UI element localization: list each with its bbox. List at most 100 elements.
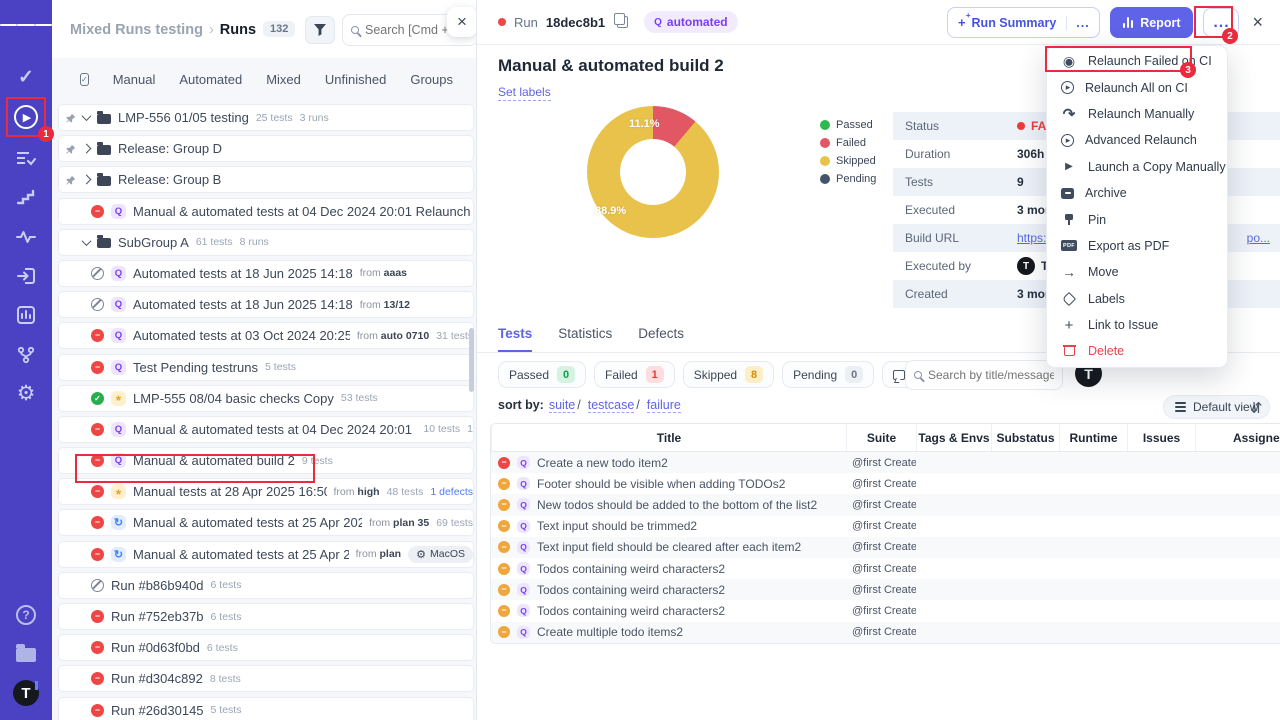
tests-search-input[interactable]: [928, 368, 1054, 382]
build-url-link-end[interactable]: po...: [1247, 231, 1280, 245]
table-row[interactable]: Todos containing weird characters2 @firs…: [491, 600, 1280, 621]
run-list-item[interactable]: Manual & automated build 2 9 tests: [58, 447, 474, 474]
runs-count-badge: 132: [263, 21, 295, 37]
set-labels-link[interactable]: Set labels: [498, 85, 551, 101]
run-list-item[interactable]: SubGroup A 61 tests 8 runs: [58, 229, 474, 256]
menu-item[interactable]: Advanced Relaunch: [1047, 127, 1227, 153]
run-list-item[interactable]: Run #b86b940d 6 tests: [58, 572, 474, 599]
menu-item-icon: [1061, 134, 1074, 147]
run-list-item[interactable]: Manual & automated tests at 25 Apr 2025 …: [58, 541, 474, 568]
run-summary-more-button[interactable]: ...: [1066, 16, 1098, 30]
build-url-link[interactable]: https:/: [1017, 231, 1050, 245]
table-row[interactable]: New todos should be added to the bottom …: [491, 494, 1280, 515]
status-filter-chip[interactable]: Failed 1: [594, 361, 675, 388]
run-list-item[interactable]: Manual tests at 28 Apr 2025 16:50 from h…: [58, 478, 474, 505]
run-list-item[interactable]: Manual & automated tests at 04 Dec 2024 …: [58, 198, 474, 225]
status-filter-chip[interactable]: Skipped 8: [683, 361, 774, 388]
run-list-item[interactable]: Test Pending testruns 5 tests: [58, 354, 474, 381]
run-defects-link[interactable]: 1 defects: [430, 486, 473, 498]
table-header-cell[interactable]: Title: [491, 424, 846, 451]
menu-item[interactable]: Relaunch Failed on CI: [1047, 48, 1227, 74]
close-panel-button[interactable]: ×: [447, 7, 477, 37]
table-row[interactable]: Todos containing weird characters2 @firs…: [491, 558, 1280, 579]
breadcrumb-project[interactable]: Mixed Runs testing: [70, 22, 203, 38]
run-list-item[interactable]: LMP-555 08/04 basic checks Copy 53 tests: [58, 385, 474, 412]
table-row[interactable]: Text input field should be cleared after…: [491, 537, 1280, 558]
branch-icon[interactable]: [0, 338, 52, 372]
table-row[interactable]: Create multiple todo items2 @first Creat…: [491, 622, 1280, 643]
menu-item[interactable]: Relaunch Manually: [1047, 101, 1227, 127]
menu-item[interactable]: Link to Issue: [1047, 312, 1227, 338]
run-list-item[interactable]: Release: Group B: [58, 166, 474, 193]
run-title: Test Pending testruns: [133, 360, 258, 375]
help-icon[interactable]: ?: [0, 598, 52, 632]
table-header-cell[interactable]: Suite: [846, 424, 916, 451]
menu-item[interactable]: Move: [1047, 259, 1227, 285]
projects-folder-icon[interactable]: [0, 638, 52, 672]
table-header-cell[interactable]: Issues: [1127, 424, 1195, 451]
runs-filter-tab[interactable]: Mixed: [266, 72, 301, 87]
menu-item[interactable]: Pin: [1047, 206, 1227, 232]
run-actions-menu: Relaunch Failed on CI Relaunch All on CI…: [1046, 45, 1228, 368]
fail-dot-icon: [1017, 122, 1025, 130]
user-avatar[interactable]: T: [0, 676, 52, 710]
sort-link[interactable]: failure: [647, 398, 681, 413]
copy-run-id-icon[interactable]: [617, 16, 628, 28]
runs-filter-tab[interactable]: Groups: [410, 72, 453, 87]
table-header-cell[interactable]: Tags & Envs: [916, 424, 991, 451]
view-settings-icon[interactable]: ⇵: [1250, 399, 1263, 417]
run-list-item[interactable]: Automated tests at 03 Oct 2024 20:25 fro…: [58, 322, 474, 349]
steps-icon[interactable]: [0, 180, 52, 214]
menu-item[interactable]: Delete: [1047, 338, 1227, 364]
runs-scrollbar[interactable]: [469, 328, 474, 392]
menu-item[interactable]: Relaunch All on CI: [1047, 74, 1227, 100]
status-filter-chip[interactable]: Passed 0: [498, 361, 586, 388]
table-row[interactable]: Create a new todo item2 @first Create ..…: [491, 452, 1280, 473]
checks-icon[interactable]: ✓: [0, 60, 52, 94]
run-list-item[interactable]: Automated tests at 18 Jun 2025 14:18 fro…: [58, 260, 474, 287]
test-list-icon[interactable]: [0, 142, 52, 176]
result-tab[interactable]: Tests: [498, 326, 532, 352]
run-list-item[interactable]: Run #752eb37b 6 tests: [58, 603, 474, 630]
sort-link[interactable]: testcase: [588, 398, 635, 413]
result-tab[interactable]: Statistics: [558, 326, 612, 352]
run-list-item[interactable]: Manual & automated tests at 04 Dec 2024 …: [58, 416, 474, 443]
runs-filter-tab[interactable]: Unfinished: [325, 72, 386, 87]
import-icon[interactable]: [0, 259, 52, 293]
filter-button[interactable]: [305, 16, 335, 44]
pin-icon: [65, 112, 76, 127]
run-summary-button[interactable]: ++Run Summary ...: [947, 7, 1100, 38]
gear-icon[interactable]: ⚙: [0, 376, 52, 410]
run-status-icon: [91, 610, 104, 623]
run-list-item[interactable]: Run #d304c892 8 tests: [58, 665, 474, 692]
menu-item[interactable]: Labels: [1047, 286, 1227, 312]
sort-link[interactable]: suite: [549, 398, 575, 413]
runs-filter-tab[interactable]: Manual: [113, 72, 156, 87]
report-button[interactable]: Report: [1110, 7, 1194, 38]
menu-item[interactable]: Archive: [1047, 180, 1227, 206]
run-list-item[interactable]: Automated tests at 18 Jun 2025 14:18 fro…: [58, 291, 474, 318]
menu-icon[interactable]: [0, 8, 52, 42]
close-detail-icon[interactable]: ×: [1249, 12, 1266, 33]
automated-badge[interactable]: Qautomated: [644, 11, 737, 33]
table-header-cell[interactable]: Substatus: [991, 424, 1059, 451]
runs-filter-tab[interactable]: Automated: [179, 72, 242, 87]
select-all-icon[interactable]: ✓: [80, 73, 89, 86]
table-header-cell[interactable]: Runtime: [1059, 424, 1127, 451]
pulse-icon[interactable]: [0, 220, 52, 254]
result-tab[interactable]: Defects: [638, 326, 684, 352]
status-filter-chip[interactable]: Pending 0: [782, 361, 874, 388]
run-list-item[interactable]: Run #0d63f0bd 6 tests: [58, 634, 474, 661]
table-row[interactable]: Text input should be trimmed2 @first Cre…: [491, 516, 1280, 537]
table-header-cell[interactable]: Assigned To: [1195, 424, 1280, 451]
table-row[interactable]: Footer should be visible when adding TOD…: [491, 473, 1280, 494]
run-list-item[interactable]: Manual & automated tests at 25 Apr 2025 …: [58, 509, 474, 536]
analytics-icon[interactable]: [0, 298, 52, 332]
table-row[interactable]: Todos containing weird characters2 @firs…: [491, 579, 1280, 600]
menu-item[interactable]: Export as PDF: [1047, 233, 1227, 259]
test-type-icon: [517, 583, 530, 596]
menu-item[interactable]: Launch a Copy Manually: [1047, 154, 1227, 180]
run-list-item[interactable]: Run #26d30145 5 tests: [58, 697, 474, 720]
run-list-item[interactable]: LMP-556 01/05 testing 25 tests 3 runs: [58, 104, 474, 131]
run-list-item[interactable]: Release: Group D: [58, 135, 474, 162]
